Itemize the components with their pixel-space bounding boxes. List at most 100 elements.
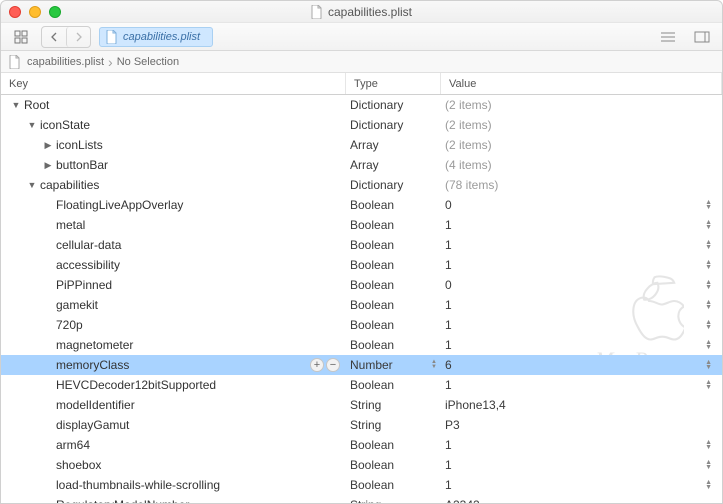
table-row[interactable]: RegulatoryModelNumberStringA2342 — [1, 495, 722, 503]
table-row[interactable]: ▼capabilitiesDictionary(78 items) — [1, 175, 722, 195]
row-type-label: Boolean — [350, 278, 394, 292]
table-row[interactable]: cellular-dataBoolean1▲▼ — [1, 235, 722, 255]
row-type-label: Boolean — [350, 378, 394, 392]
row-key-label: arm64 — [56, 438, 90, 452]
row-type-label: Boolean — [350, 438, 394, 452]
row-type-label: Boolean — [350, 338, 394, 352]
row-type-label: Dictionary — [350, 98, 403, 112]
column-type[interactable]: Type — [346, 73, 441, 94]
column-value[interactable]: Value — [441, 73, 722, 94]
row-type-label: Array — [350, 158, 379, 172]
row-type-label: Array — [350, 138, 379, 152]
row-key-label: modelIdentifier — [56, 398, 135, 412]
row-value-label: iPhone13,4 — [445, 398, 506, 412]
row-value-label: 1 — [445, 338, 452, 352]
value-stepper[interactable]: ▲▼ — [705, 300, 712, 310]
row-value-label: (2 items) — [445, 138, 492, 152]
table-row[interactable]: memoryClass +−Number ▲▼ 6 ▲▼ — [1, 355, 722, 375]
traffic-lights — [9, 6, 61, 18]
related-items-button[interactable] — [9, 27, 33, 47]
row-type-label: Dictionary — [350, 178, 403, 192]
row-key-label: load-thumbnails-while-scrolling — [56, 478, 220, 492]
plist-tree[interactable]: MacRumors ▼RootDictionary(2 items)▼iconS… — [1, 95, 722, 503]
type-stepper[interactable]: ▲▼ — [431, 360, 437, 370]
table-row[interactable]: FloatingLiveAppOverlayBoolean0▲▼ — [1, 195, 722, 215]
table-row[interactable]: load-thumbnails-while-scrolling Boolean 1 ▲… — [1, 475, 722, 495]
minimize-button[interactable] — [29, 6, 41, 18]
row-value-label: 6 — [445, 358, 452, 372]
table-row[interactable]: ▶iconListsArray(2 items) — [1, 135, 722, 155]
row-value-label: 1 — [445, 318, 452, 332]
table-row[interactable]: modelIdentifierStringiPhone13,4 — [1, 395, 722, 415]
row-key-label: memoryClass — [56, 358, 129, 372]
row-key-label: 720p — [56, 318, 83, 332]
row-type-label: Boolean — [350, 318, 394, 332]
toggle-inspector-button[interactable] — [690, 27, 714, 47]
disclosure-triangle-icon[interactable]: ▼ — [11, 100, 21, 110]
forward-button[interactable] — [66, 27, 90, 47]
row-key-label: metal — [56, 218, 85, 232]
back-button[interactable] — [42, 27, 66, 47]
editor-tab[interactable]: capabilities.plist — [99, 27, 213, 47]
close-button[interactable] — [9, 6, 21, 18]
table-row[interactable]: magnetometerBoolean1▲▼ — [1, 335, 722, 355]
table-row[interactable]: HEVCDecoder12bitSupported Boolean 1 ▲▼ — [1, 375, 722, 395]
table-row[interactable]: 720p Boolean 1 ▲▼ — [1, 315, 722, 335]
row-type-label: Number — [350, 358, 393, 372]
table-row[interactable]: gamekitBoolean1▲▼ — [1, 295, 722, 315]
value-stepper[interactable]: ▲▼ — [705, 280, 712, 290]
row-value-label: 0 — [445, 278, 452, 292]
disclosure-triangle-icon[interactable]: ▶ — [43, 160, 53, 171]
row-key-label: accessibility — [56, 258, 120, 272]
value-stepper[interactable]: ▲▼ — [705, 460, 712, 470]
table-row[interactable]: shoeboxBoolean1▲▼ — [1, 455, 722, 475]
breadcrumb[interactable]: capabilities.plist › No Selection — [1, 51, 722, 73]
row-key-label: RegulatoryModelNumber — [56, 498, 189, 503]
row-value-label: (78 items) — [445, 178, 498, 192]
add-sibling-button[interactable]: + — [310, 358, 324, 372]
value-stepper[interactable]: ▲▼ — [705, 200, 712, 210]
table-row[interactable]: arm64Boolean1▲▼ — [1, 435, 722, 455]
row-value-label: (4 items) — [445, 158, 492, 172]
breadcrumb-file[interactable]: capabilities.plist — [27, 56, 104, 68]
disclosure-triangle-icon[interactable]: ▶ — [43, 140, 53, 151]
row-type-label: Dictionary — [350, 118, 403, 132]
value-stepper[interactable]: ▲▼ — [705, 380, 712, 390]
value-stepper[interactable]: ▲▼ — [705, 440, 712, 450]
titlebar[interactable]: capabilities.plist — [1, 1, 722, 23]
row-key-label: buttonBar — [56, 158, 108, 172]
row-value-label: (2 items) — [445, 98, 492, 112]
table-row[interactable]: displayGamutStringP3 — [1, 415, 722, 435]
file-icon — [311, 5, 323, 19]
zoom-button[interactable] — [49, 6, 61, 18]
row-value-label: P3 — [445, 418, 460, 432]
value-stepper[interactable]: ▲▼ — [705, 360, 712, 370]
row-key-label: HEVCDecoder12bitSupported — [56, 378, 216, 392]
table-row[interactable]: metalBoolean1▲▼ — [1, 215, 722, 235]
disclosure-triangle-icon[interactable]: ▼ — [27, 120, 37, 130]
table-row[interactable]: PiPPinnedBoolean0▲▼ — [1, 275, 722, 295]
row-value-label: 0 — [445, 198, 452, 212]
row-key-label: displayGamut — [56, 418, 129, 432]
disclosure-triangle-icon[interactable]: ▼ — [27, 180, 37, 190]
table-row[interactable]: ▶buttonBar Array (4 items) — [1, 155, 722, 175]
row-type-label: Boolean — [350, 298, 394, 312]
table-row[interactable]: ▼RootDictionary(2 items) — [1, 95, 722, 115]
value-stepper[interactable]: ▲▼ — [705, 320, 712, 330]
row-value-label: A2342 — [445, 498, 480, 503]
value-stepper[interactable]: ▲▼ — [705, 480, 712, 490]
row-value-label: 1 — [445, 378, 452, 392]
remove-row-button[interactable]: − — [326, 358, 340, 372]
column-key[interactable]: Key — [1, 73, 346, 94]
row-key-label: iconState — [40, 118, 90, 132]
value-stepper[interactable]: ▲▼ — [705, 240, 712, 250]
table-row[interactable]: ▼iconStateDictionary(2 items) — [1, 115, 722, 135]
editor-options-button[interactable] — [656, 27, 680, 47]
row-type-label: Boolean — [350, 478, 394, 492]
value-stepper[interactable]: ▲▼ — [705, 220, 712, 230]
value-stepper[interactable]: ▲▼ — [705, 260, 712, 270]
table-row[interactable]: accessibilityBoolean1▲▼ — [1, 255, 722, 275]
row-value-label: 1 — [445, 478, 452, 492]
breadcrumb-selection[interactable]: No Selection — [117, 56, 179, 68]
value-stepper[interactable]: ▲▼ — [705, 340, 712, 350]
